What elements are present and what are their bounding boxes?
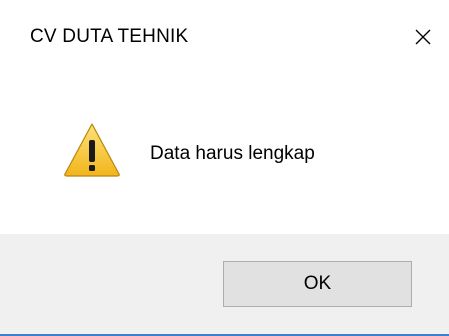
warning-icon — [62, 120, 122, 180]
ok-button[interactable]: OK — [223, 261, 412, 307]
message-dialog: CV DUTA TEHNIK Data harus lengkap OK — [0, 0, 449, 336]
window-title: CV DUTA TEHNIK — [30, 26, 189, 47]
button-bar: OK — [0, 234, 449, 334]
close-icon — [415, 29, 431, 45]
message-text: Data harus lengkap — [150, 143, 315, 164]
close-button[interactable] — [406, 20, 440, 54]
title-bar: CV DUTA TEHNIK — [0, 0, 449, 80]
